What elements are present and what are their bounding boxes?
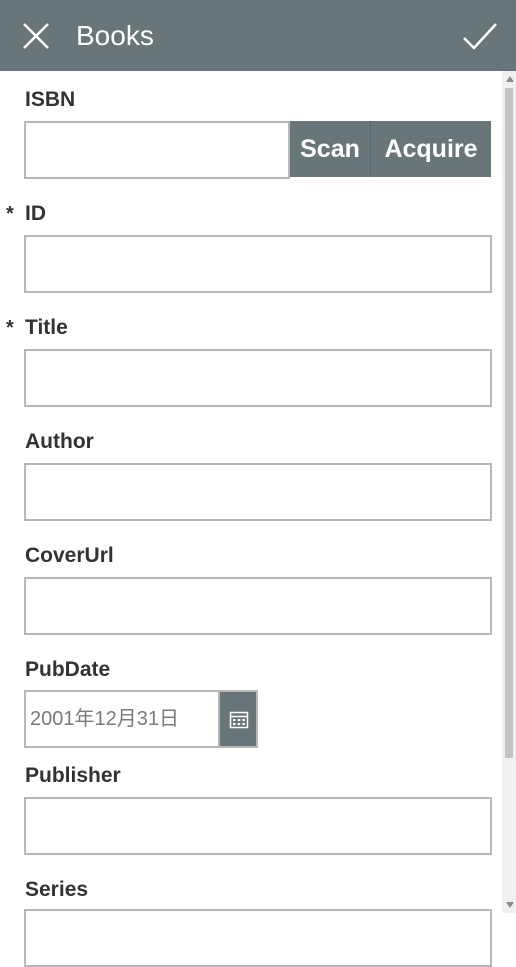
author-label: Author bbox=[25, 430, 94, 453]
calendar-icon bbox=[229, 711, 249, 729]
title-input[interactable] bbox=[24, 349, 492, 407]
id-input[interactable] bbox=[24, 235, 492, 293]
coverurl-input[interactable] bbox=[24, 577, 492, 635]
id-required-mark: * bbox=[6, 203, 14, 225]
acquire-button[interactable]: Acquire bbox=[371, 121, 491, 177]
series-label: Series bbox=[25, 878, 89, 901]
title-label: Title bbox=[25, 316, 68, 339]
close-icon bbox=[23, 23, 49, 49]
scroll-down-arrow-icon[interactable] bbox=[506, 902, 514, 908]
app-header: Books bbox=[0, 0, 516, 71]
author-input[interactable] bbox=[24, 463, 492, 521]
publisher-input[interactable] bbox=[24, 797, 492, 855]
coverurl-label: CoverUrl bbox=[25, 544, 114, 567]
series-input[interactable] bbox=[24, 909, 492, 967]
isbn-label: ISBN bbox=[25, 88, 76, 111]
scrollbar-thumb[interactable] bbox=[505, 88, 513, 758]
confirm-button[interactable] bbox=[458, 14, 502, 58]
close-button[interactable] bbox=[14, 14, 58, 58]
scan-button[interactable]: Scan bbox=[290, 121, 371, 177]
isbn-input[interactable] bbox=[24, 121, 290, 179]
page-title: Books bbox=[76, 20, 154, 51]
publisher-label: Publisher bbox=[25, 764, 121, 787]
date-picker-button[interactable] bbox=[218, 690, 258, 748]
scroll-up-arrow-icon[interactable] bbox=[506, 76, 514, 82]
pubdate-input[interactable]: 2001年12月31日 bbox=[24, 690, 222, 748]
title-required-mark: * bbox=[6, 317, 14, 339]
pubdate-label: PubDate bbox=[25, 658, 111, 681]
id-label: ID bbox=[25, 202, 46, 225]
check-icon bbox=[463, 23, 497, 50]
